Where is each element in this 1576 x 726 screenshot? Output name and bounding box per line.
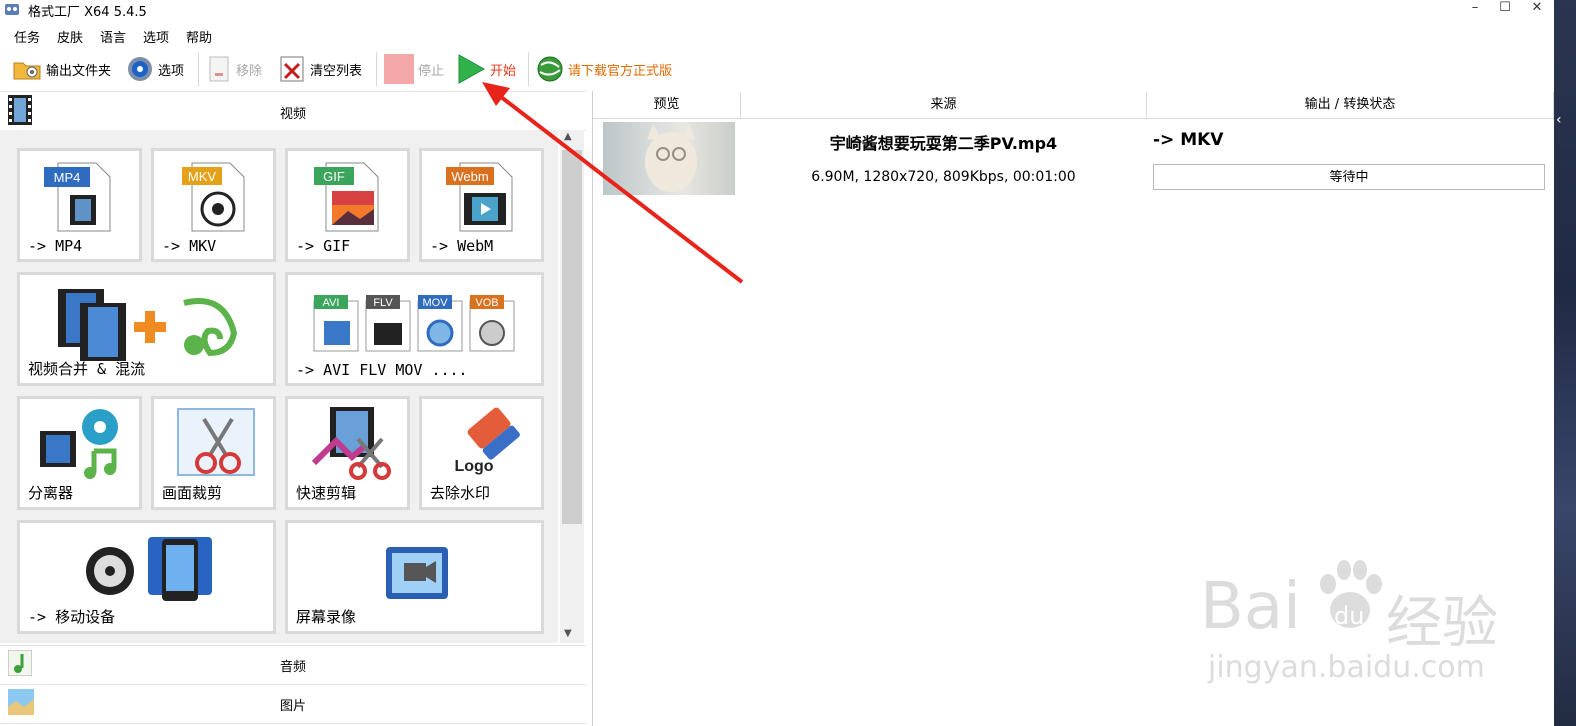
window-title: 格式工厂 X64 5.4.5 <box>28 5 147 20</box>
app-icon <box>4 1 20 17</box>
remove-button[interactable]: 移除 <box>206 52 262 86</box>
tile-label: 画面裁剪 <box>162 484 223 502</box>
svg-text:Logo: Logo <box>454 458 493 475</box>
minimize-button[interactable]: – <box>1460 0 1490 18</box>
tile-label: -> GIF <box>296 237 351 255</box>
clear-list-icon <box>278 55 306 83</box>
red-arrow-annotation <box>482 82 744 284</box>
chevron-left-icon: ‹ <box>1556 112 1562 128</box>
scroll-down-icon[interactable]: ▼ <box>564 628 572 639</box>
output-format: -> MKV <box>1153 130 1224 150</box>
tile-label: 屏幕录像 <box>296 608 357 626</box>
source-info: 6.90M, 1280x720, 809Kbps, 00:01:00 <box>811 169 1076 185</box>
output-folder-label: 输出文件夹 <box>46 63 112 79</box>
multi-format-icon: AVI FLV MOV VOB <box>313 295 515 352</box>
mobile-device-icon <box>86 537 212 601</box>
svg-text:VOB: VOB <box>475 297 498 309</box>
desktop-background-strip <box>1554 0 1576 726</box>
menu-help[interactable]: 帮助 <box>186 27 212 46</box>
tile-label: 去除水印 <box>430 484 491 502</box>
download-label: 请下载官方正式版 <box>568 63 673 79</box>
source-filename: 宇崎酱想要玩耍第二季PV.mp4 <box>829 134 1058 153</box>
options-label: 选项 <box>158 63 185 79</box>
watermark-url: jingyan.baidu.com <box>1208 650 1485 685</box>
watermark-brand: Bai <box>1200 570 1301 644</box>
mkv-file-icon: MKV <box>182 162 245 232</box>
col-output-status[interactable]: 输出 / 转换状态 <box>1147 92 1554 119</box>
maximize-button[interactable]: ☐ <box>1490 0 1520 18</box>
category-image-label: 图片 <box>279 699 306 714</box>
tile-crop[interactable]: 画面裁剪 <box>151 396 276 510</box>
crop-scissors-icon <box>177 408 255 476</box>
clear-list-button[interactable]: 清空列表 <box>278 52 362 86</box>
tile-label: -> AVI FLV MOV .... <box>296 361 468 379</box>
svg-text:MOV: MOV <box>422 297 448 309</box>
toolbar-separator <box>198 52 199 86</box>
col-source[interactable]: 来源 <box>741 92 1147 119</box>
tile-label: -> 移动设备 <box>28 608 116 626</box>
globe-icon <box>536 55 564 83</box>
tile-label: 快速剪辑 <box>296 484 357 502</box>
menu-options[interactable]: 选项 <box>143 27 169 46</box>
tile-to-gif[interactable]: GIF -> GIF <box>285 148 410 262</box>
tile-quick-clip[interactable]: 快速剪辑 <box>285 396 410 510</box>
folder-icon <box>12 56 42 82</box>
menu-language[interactable]: 语言 <box>100 27 126 46</box>
eraser-icon: Logo <box>454 407 520 475</box>
menu-skin[interactable]: 皮肤 <box>57 27 83 46</box>
remove-icon <box>206 55 232 83</box>
output-folder-button[interactable]: 输出文件夹 <box>12 52 111 86</box>
tile-screen-record[interactable]: 屏幕录像 <box>285 520 544 634</box>
merge-icon <box>58 289 238 361</box>
options-button[interactable]: 选项 <box>126 52 184 86</box>
tile-remove-watermark[interactable]: Logo 去除水印 <box>419 396 544 510</box>
mp4-file-icon: MP4 <box>44 162 111 232</box>
tile-label: -> MKV <box>162 237 217 255</box>
menu-task[interactable]: 任务 <box>14 27 40 46</box>
tile-splitter[interactable]: 分离器 <box>17 396 142 510</box>
stop-icon <box>384 54 414 84</box>
toolbar-separator <box>376 52 377 86</box>
clear-list-label: 清空列表 <box>310 63 363 79</box>
screen-record-icon <box>386 547 448 599</box>
svg-text:MP4: MP4 <box>54 170 81 185</box>
tile-label: 视频合并 & 混流 <box>28 360 146 378</box>
tile-to-mp4[interactable]: MP4 -> MP4 <box>17 148 142 262</box>
category-audio-label: 音频 <box>279 660 306 675</box>
svg-text:GIF: GIF <box>323 169 345 184</box>
remove-label: 移除 <box>236 63 263 79</box>
status-badge: 等待中 <box>1153 164 1545 190</box>
title-bar <box>0 0 1556 22</box>
tile-label: -> MP4 <box>28 237 83 255</box>
stop-label: 停止 <box>418 63 445 79</box>
watermark-du: du <box>1334 602 1365 630</box>
gear-icon <box>126 55 154 83</box>
quick-clip-icon <box>311 407 391 480</box>
tile-to-mkv[interactable]: MKV -> MKV <box>151 148 276 262</box>
svg-text:MKV: MKV <box>188 169 217 184</box>
watermark-brand-cn: 经验 <box>1386 591 1498 656</box>
svg-text:FLV: FLV <box>373 297 393 309</box>
svg-text:AVI: AVI <box>323 297 340 309</box>
splitter-icon <box>40 409 118 479</box>
baidu-jingyan-watermark: Bai du 经验 jingyan.baidu.com <box>1200 560 1540 700</box>
start-label: 开始 <box>490 63 517 79</box>
tile-video-merge[interactable]: 视频合并 & 混流 <box>17 272 276 386</box>
tile-label: 分离器 <box>28 484 74 502</box>
gif-file-icon: GIF <box>314 162 379 232</box>
close-button[interactable]: ✕ <box>1522 0 1552 18</box>
tile-mobile-device[interactable]: -> 移动设备 <box>17 520 276 634</box>
stop-button[interactable]: 停止 <box>384 52 444 86</box>
